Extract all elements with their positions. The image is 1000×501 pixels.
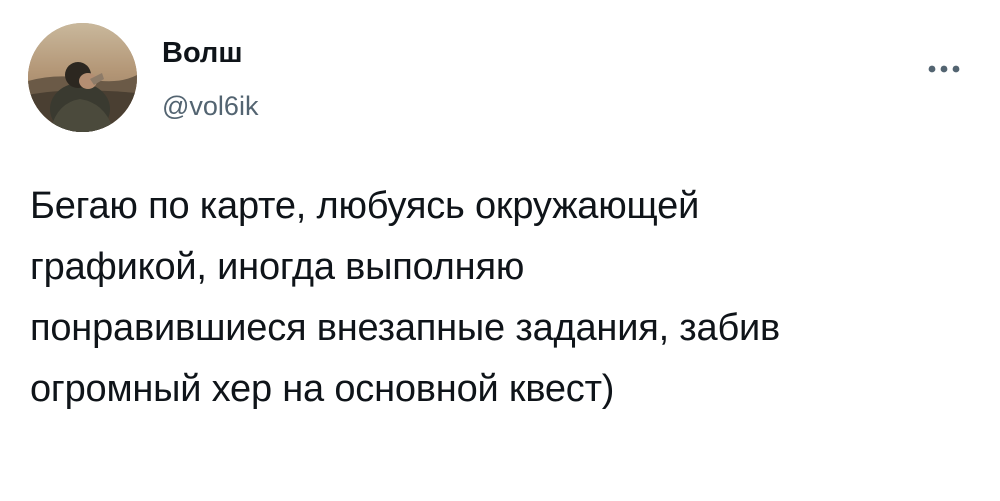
more-horizontal-icon <box>928 65 960 73</box>
avatar[interactable] <box>28 23 137 132</box>
tweet-text: Бегаю по карте, любуясь окружающей графи… <box>30 185 781 410</box>
more-options-button[interactable] <box>924 52 968 86</box>
avatar-photo <box>28 23 137 132</box>
tweet-card: Волш @vol6ik Бегаю по карте, любуясь окр… <box>0 0 1000 501</box>
author-handle[interactable]: @vol6ik <box>162 90 258 122</box>
author-display-name[interactable]: Волш <box>162 36 243 70</box>
